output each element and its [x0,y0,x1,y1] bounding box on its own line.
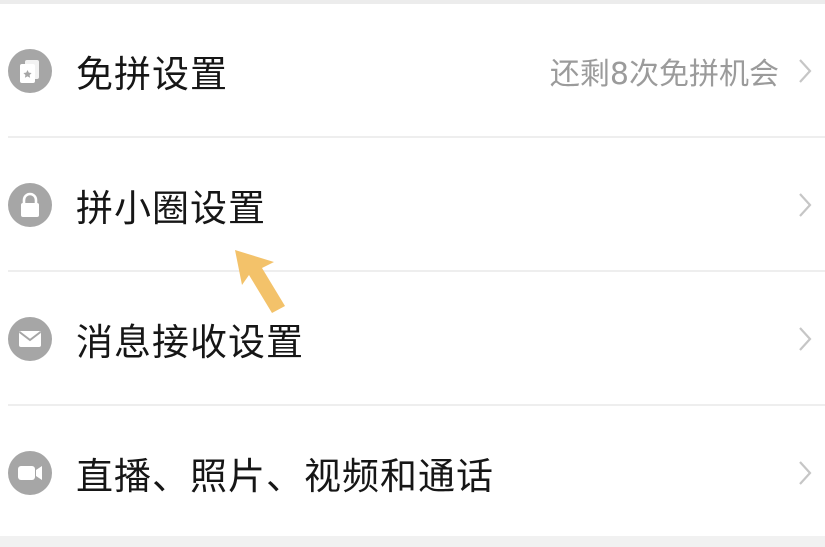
video-camera-icon [8,451,52,495]
settings-item-label: 直播、照片、视频和通话 [76,455,494,498]
settings-item-free-group[interactable]: 免拼设置 还剩8次免拼机会 [0,4,825,138]
settings-item-circle[interactable]: 拼小圈设置 [0,138,825,272]
settings-item-notifications[interactable]: 消息接收设置 [0,272,825,406]
envelope-icon [8,317,52,361]
settings-item-label: 免拼设置 [76,53,228,96]
free-group-remaining-hint: 还剩8次免拼机会 [549,57,779,92]
bottom-gray-band [0,536,825,547]
lock-icon [8,183,52,227]
chevron-right-icon [799,193,812,217]
settings-item-label: 拼小圈设置 [76,187,266,230]
settings-list: 免拼设置 还剩8次免拼机会 拼小圈设置 消息接收设置 直播、照片、视频和通话 [0,4,825,540]
card-star-icon [8,49,52,93]
chevron-right-icon [799,327,812,351]
settings-item-media-calls[interactable]: 直播、照片、视频和通话 [0,406,825,540]
pointer-arrow-annotation [235,250,285,313]
chevron-right-icon [799,59,812,83]
chevron-right-icon [799,461,812,485]
